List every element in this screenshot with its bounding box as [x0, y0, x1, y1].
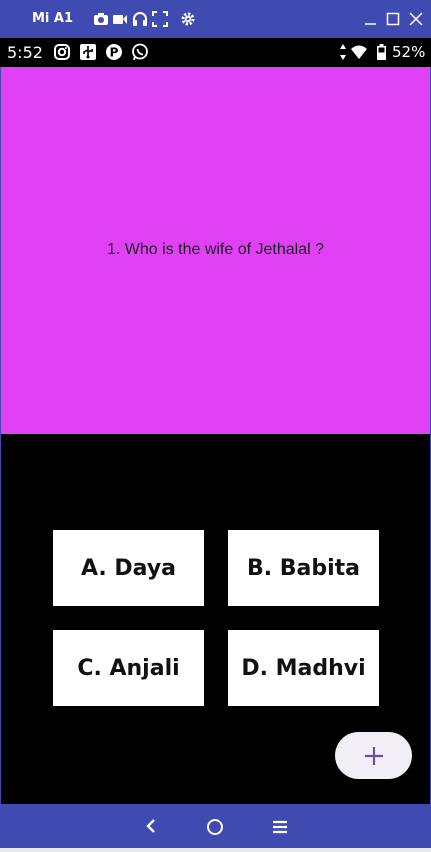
battery-percent: 52% [392, 43, 426, 61]
battery-icon [377, 44, 386, 60]
whatsapp-icon [132, 43, 148, 61]
home-icon[interactable] [206, 818, 224, 836]
video-icon[interactable] [112, 11, 128, 27]
camera-icon[interactable] [93, 11, 109, 27]
status-time: 5:52 [7, 43, 43, 62]
question-text: 1. Who is the wife of Jethalal ? [107, 241, 324, 258]
fullscreen-icon[interactable] [152, 11, 168, 27]
recents-icon[interactable] [271, 820, 289, 834]
answer-option-c[interactable]: C. Anjali [53, 630, 204, 706]
wifi-icon [351, 45, 367, 59]
data-arrows-icon [340, 44, 346, 60]
emulator-title-bar: Mi A1 [0, 0, 431, 38]
answer-option-b[interactable]: B. Babita [228, 530, 379, 606]
navigation-bar [0, 804, 431, 848]
close-icon[interactable] [407, 10, 425, 28]
headset-icon[interactable] [132, 11, 148, 27]
instagram-icon [54, 44, 70, 60]
usb-icon [80, 44, 96, 60]
question-panel: 1. Who is the wife of Jethalal ? [1, 67, 430, 434]
paytm-icon: P [106, 44, 122, 60]
answer-option-d[interactable]: D. Madhvi [228, 630, 379, 706]
back-icon[interactable] [143, 818, 159, 834]
status-bar: 5:52 P 52% [0, 38, 431, 67]
device-title: Mi A1 [32, 11, 74, 26]
answer-option-a[interactable]: A. Daya [53, 530, 204, 606]
svg-text:P: P [110, 46, 119, 60]
maximize-icon[interactable] [384, 10, 402, 28]
minimize-icon[interactable] [362, 10, 380, 28]
plus-icon [364, 746, 383, 765]
add-button[interactable] [335, 732, 412, 779]
window-bottom-border [0, 848, 431, 852]
settings-icon[interactable] [180, 11, 196, 27]
